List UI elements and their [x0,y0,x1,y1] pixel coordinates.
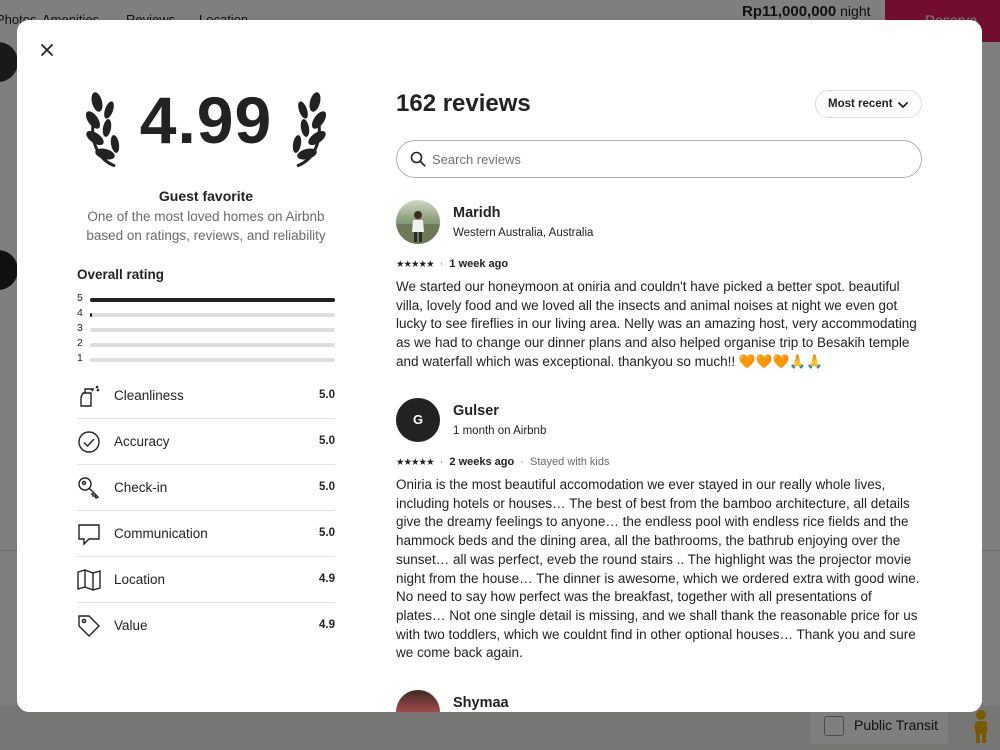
reviewer-location: Western Australia, Australia [453,227,594,239]
map-icon [77,569,101,591]
review-date: 1 week ago [449,258,509,270]
category-name: Cleanliness [114,388,184,403]
category-location: Location 4.9 [77,557,335,603]
star-rating: ★★★★★ [396,259,435,270]
category-ratings: Cleanliness 5.0 Accuracy 5.0 Check-in 5.… [77,373,335,649]
reviews-modal: 4.99 Guest favorite One of the most love… [17,20,982,712]
rating-bar-label: 5 [77,292,83,304]
guest-favorite-title: Guest favorite [158,188,254,204]
category-cleanliness: Cleanliness 5.0 [77,373,335,419]
rating-bar-fill [90,313,93,317]
rating-bar-track [90,358,335,362]
rating-bar-label: 2 [77,337,83,349]
rating-bar: 4 [77,307,335,322]
rating-bar: 2 [77,337,335,352]
key-icon [78,477,100,499]
rating-bar-label: 1 [77,352,83,364]
rating-bar-label: 3 [77,322,83,334]
rating-bar: 1 [77,352,335,367]
review-meta: ★★★★★ · 1 week ago [396,258,509,270]
avatar[interactable] [396,690,440,712]
tag-icon [78,615,100,637]
rating-bar-track [90,313,335,317]
category-value: Value 4.9 [77,603,335,649]
sort-label: Most recent [828,98,893,110]
avatar[interactable] [396,200,440,244]
close-button[interactable] [37,40,57,60]
review-date: 2 weeks ago [449,456,515,468]
laurel-right-icon [292,92,327,168]
category-accuracy: Accuracy 5.0 [77,419,335,465]
chevron-down-icon [898,102,908,108]
spray-bottle-icon [80,385,100,407]
category-communication: Communication 5.0 [77,511,335,557]
review-item: Maridh Western Australia, Australia ★★★★… [396,200,922,380]
category-value: 4.9 [319,619,335,631]
overall-rating-title: Overall rating [77,267,165,282]
chat-bubble-icon [78,524,100,546]
star-rating: ★★★★★ [396,457,435,468]
category-value: 5.0 [319,389,335,401]
rating-distribution: 5 4 3 2 1 [77,292,335,367]
guest-favorite-description: One of the most loved homes on Airbnb ba… [86,209,326,243]
reviewer-name: Gulser [453,403,499,419]
avatar[interactable]: G [396,398,440,442]
review-item: G Gulser 1 month on Airbnb ★★★★★ · 2 wee… [396,398,922,668]
rating-bar-track [90,328,335,332]
rating-badge: 4.99 [77,80,335,180]
category-name: Check-in [114,480,168,495]
rating-bar: 3 [77,322,335,337]
rating-bar-label: 4 [77,307,83,319]
review-meta: ★★★★★ · 2 weeks ago · Stayed with kids [396,456,610,468]
reviewer-name: Shymaa [453,695,509,711]
reviews-panel: 162 reviews Most recent Search reviews M… [396,20,922,712]
review-text: We started our honeymoon at oniria and c… [396,279,917,369]
review-item: Shymaa [396,690,922,712]
trip-type: Stayed with kids [530,456,610,468]
rating-bar-fill [90,298,335,302]
category-value: 5.0 [319,481,335,493]
search-icon [410,151,426,167]
category-check-in: Check-in 5.0 [77,465,335,511]
reviewer-name: Maridh [453,205,501,221]
reviewer-tenure: 1 month on Airbnb [453,425,547,437]
category-value: 5.0 [319,527,335,539]
category-value: 5.0 [319,435,335,447]
category-name: Location [114,572,166,587]
search-reviews-field[interactable] [396,140,922,178]
category-value: 4.9 [319,573,335,585]
review-text: Oniria is the most beautiful accomodatio… [396,477,920,661]
rating-bar-track [90,343,335,347]
category-name: Communication [114,526,208,541]
reviewer-photo-icon [396,211,440,244]
sort-dropdown[interactable]: Most recent [815,90,922,118]
category-name: Value [114,618,148,633]
category-name: Accuracy [114,434,170,449]
review-count: 162 reviews [396,90,531,117]
rating-bar-track [90,298,335,302]
search-input[interactable] [432,149,902,169]
rating-bar: 5 [77,292,335,307]
close-icon [41,44,53,56]
check-circle-icon [78,431,100,453]
